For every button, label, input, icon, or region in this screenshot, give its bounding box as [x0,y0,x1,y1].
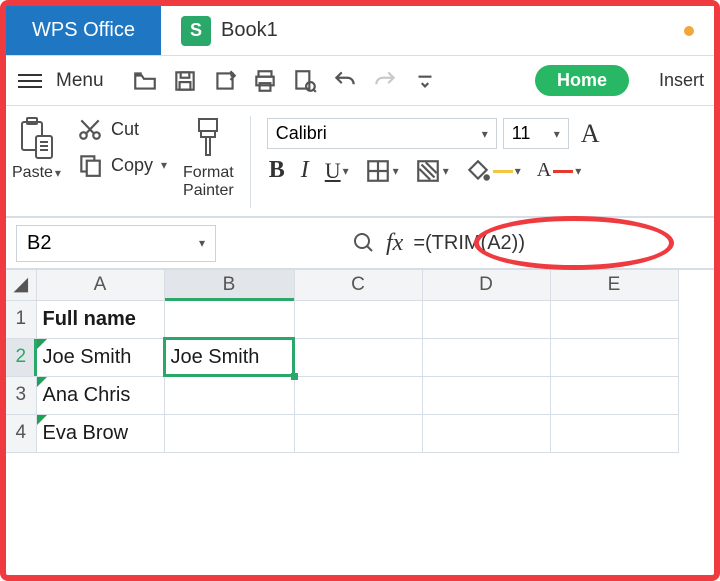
font-name-select[interactable]: Calibri ▾ [267,118,497,149]
paste-button[interactable]: Paste▾ [12,116,61,182]
grid-row: 3 Ana Chris [6,376,678,414]
menu-button[interactable]: Menu [56,70,104,92]
chevron-down-icon: ▾ [482,127,488,141]
hamburger-icon[interactable] [16,70,44,92]
copy-label: Copy [111,155,153,176]
cell[interactable] [422,376,550,414]
grid-row: 2 Joe Smith Joe Smith [6,338,678,376]
format-painter-button[interactable]: FormatPainter [183,116,234,199]
active-cell[interactable]: Joe Smith [164,338,294,376]
select-all-corner[interactable]: ◢ [6,270,36,300]
grid-row: 4 Eva Brow [6,414,678,452]
grid-row: 1 Full name [6,300,678,338]
column-header[interactable]: B [164,270,294,300]
copy-button[interactable]: Copy ▾ [77,152,167,178]
copy-icon [77,152,103,178]
workbook-tab[interactable]: S Book1 [161,6,299,55]
font-color-button[interactable]: A▾ [537,159,581,182]
spreadsheet-grid[interactable]: ◢ A B C D E 1 Full name 2 Joe Smith Joe … [6,270,714,453]
cell[interactable]: Eva Brow [36,414,164,452]
cell[interactable]: Joe Smith [36,338,164,376]
cell[interactable] [422,338,550,376]
redo-icon[interactable] [372,68,398,94]
cell[interactable] [294,414,422,452]
print-preview-icon[interactable] [292,68,318,94]
chevron-down-icon: ▾ [199,236,205,250]
chevron-down-icon[interactable]: ▾ [161,158,167,172]
error-indicator-icon [37,377,47,387]
save-as-icon[interactable] [212,68,238,94]
font-size-value: 11 [512,123,531,144]
borders-button[interactable]: ▾ [365,158,399,184]
cell[interactable] [164,376,294,414]
formula-input[interactable]: =(TRIM(A2)) [413,232,525,255]
row-header[interactable]: 3 [6,376,36,414]
divider [250,116,251,208]
modified-indicator-icon [684,26,694,36]
scissors-icon [77,116,103,142]
cell[interactable] [550,338,678,376]
italic-button[interactable]: I [301,157,309,184]
cell[interactable]: Full name [36,300,164,338]
fill-color-button[interactable]: ▾ [465,158,521,184]
spreadsheet-doc-icon: S [181,16,211,46]
cell[interactable] [164,300,294,338]
formula-bar: B2 ▾ fx =(TRIM(A2)) [6,218,714,270]
quick-access-dropdown-icon[interactable] [412,68,438,94]
open-icon[interactable] [132,68,158,94]
paint-brush-icon [189,116,227,160]
column-header[interactable]: C [294,270,422,300]
cell[interactable] [294,376,422,414]
workbook-title: Book1 [221,19,278,42]
font-size-select[interactable]: 11 ▾ [503,118,569,149]
cell[interactable] [422,300,550,338]
column-header[interactable]: A [36,270,164,300]
fx-icon[interactable]: fx [386,230,403,257]
column-header-row: ◢ A B C D E [6,270,678,300]
column-header[interactable]: E [550,270,678,300]
paste-label: Paste [12,164,53,182]
tab-insert[interactable]: Insert [659,70,704,91]
bold-button[interactable]: B [269,157,285,184]
tab-home[interactable]: Home [535,65,629,96]
app-brand: WPS Office [6,6,161,55]
chevron-down-icon[interactable]: ▾ [55,166,61,180]
row-header[interactable]: 2 [6,338,36,376]
cut-label: Cut [111,119,139,140]
increase-font-size-button[interactable]: A [581,119,600,149]
cell[interactable] [550,300,678,338]
chevron-down-icon: ▾ [554,127,560,141]
name-box-value: B2 [27,232,51,255]
row-header[interactable]: 1 [6,300,36,338]
error-indicator-icon [37,415,47,425]
cell[interactable] [550,376,678,414]
column-header[interactable]: D [422,270,550,300]
cell[interactable]: Ana Chris [36,376,164,414]
cell[interactable] [294,338,422,376]
print-icon[interactable] [252,68,278,94]
undo-icon[interactable] [332,68,358,94]
quick-access-toolbar [132,68,438,94]
cell[interactable] [422,414,550,452]
cell[interactable] [164,414,294,452]
row-header[interactable]: 4 [6,414,36,452]
ribbon-toolbar: Paste▾ Cut Copy ▾ FormatPainter Calibri … [6,106,714,218]
save-icon[interactable] [172,68,198,94]
cell[interactable] [294,300,422,338]
zoom-icon[interactable] [352,231,376,255]
cell[interactable] [550,414,678,452]
underline-button[interactable]: U▾ [325,158,349,184]
ribbon-tabs-row: Menu Home Insert [6,56,714,106]
cut-button[interactable]: Cut [77,116,167,142]
name-box[interactable]: B2 ▾ [16,225,216,262]
title-bar: WPS Office S Book1 [6,6,714,56]
error-indicator-icon [37,339,47,349]
cell-shading-button[interactable]: ▾ [415,158,449,184]
font-name-value: Calibri [276,123,327,144]
